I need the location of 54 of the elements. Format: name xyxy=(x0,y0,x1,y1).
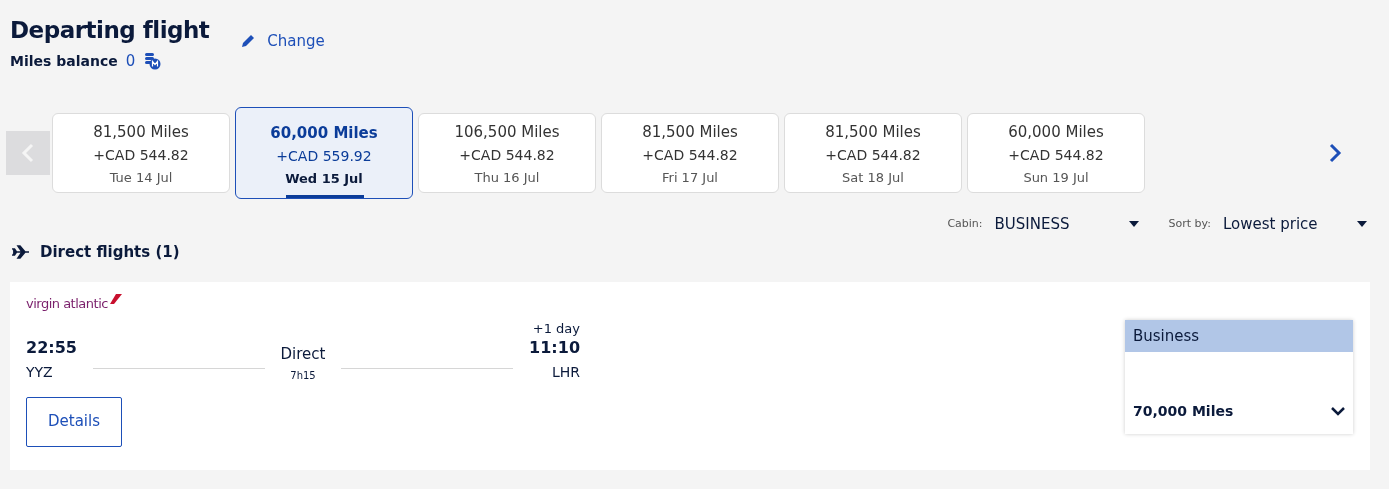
pencil-icon xyxy=(241,34,256,49)
miles-price: 81,500 Miles xyxy=(93,121,189,143)
duration-label: 7h15 xyxy=(290,368,316,383)
filter-label: Cabin: xyxy=(947,215,983,232)
day-offset: +1 day xyxy=(532,321,580,336)
caret-down-icon xyxy=(1128,220,1139,227)
arrival-airport: LHR xyxy=(551,362,580,382)
date-label: Sat 18 Jul xyxy=(842,169,904,187)
change-link[interactable]: Change xyxy=(241,30,325,53)
cash-price: +CAD 544.82 xyxy=(642,146,738,165)
miles-price: 81,500 Miles xyxy=(642,121,738,143)
miles-price: 60,000 Miles xyxy=(1008,121,1104,143)
airline-logo: virgin atlantic xyxy=(26,295,108,313)
date-label: Fri 17 Jul xyxy=(662,169,718,187)
cash-price: +CAD 544.82 xyxy=(825,146,921,165)
cash-price: +CAD 559.92 xyxy=(276,147,372,166)
balance-label: Miles balance xyxy=(10,51,118,71)
cash-price: +CAD 544.82 xyxy=(459,146,555,165)
cabin-header: Business xyxy=(1125,320,1353,352)
date-label: Thu 16 Jul xyxy=(474,169,540,187)
date-label: Sun 19 Jul xyxy=(1023,169,1089,187)
miles-price: 81,500 Miles xyxy=(825,121,921,143)
date-tab[interactable]: 60,000 Miles +CAD 559.92 Wed 15 Jul xyxy=(235,106,413,199)
airplane-icon xyxy=(12,245,30,260)
tail-fin-icon xyxy=(107,294,122,304)
cash-price: +CAD 544.82 xyxy=(93,146,189,165)
departure-airport: YYZ xyxy=(26,362,54,382)
chevron-down-icon xyxy=(1331,407,1345,416)
date-tab[interactable]: 60,000 Miles +CAD 544.82 Sun 19 Jul xyxy=(967,112,1145,193)
stops-label: Direct xyxy=(280,344,326,365)
filter-label: Sort by: xyxy=(1168,215,1211,232)
miles-price: 60,000 Miles xyxy=(270,122,378,144)
details-button[interactable]: Details xyxy=(26,396,122,447)
date-tab[interactable]: 81,500 Miles +CAD 544.82 Sat 18 Jul xyxy=(784,112,962,193)
caret-down-icon xyxy=(1357,220,1367,227)
date-label: Wed 15 Jul xyxy=(285,170,363,188)
page-title: Departing flight xyxy=(10,16,210,44)
balance-value: 0 xyxy=(125,51,136,72)
section-title: Direct flights (1) xyxy=(40,242,180,263)
date-tab[interactable]: 81,500 Miles +CAD 544.82 Fri 17 Jul xyxy=(601,112,779,193)
filter-dropdown[interactable]: BUSINESS xyxy=(994,212,1139,235)
date-label: Tue 14 Jul xyxy=(109,169,173,187)
departure-time: 22:55 xyxy=(26,336,77,359)
coins-icon xyxy=(143,52,162,71)
date-tab[interactable]: 106,500 Miles +CAD 544.82 Thu 16 Jul xyxy=(418,112,596,193)
chevron-right-icon xyxy=(1328,142,1342,163)
date-tab[interactable]: 81,500 Miles +CAD 544.82 Tue 14 Jul xyxy=(52,112,230,193)
cash-price: +CAD 544.82 xyxy=(1008,146,1104,165)
fare-miles: 70,000 Miles xyxy=(1133,402,1234,421)
fare-card[interactable]: Business 70,000 Miles xyxy=(1125,320,1353,434)
arrival-time: 11:10 xyxy=(529,336,580,359)
miles-price: 106,500 Miles xyxy=(454,121,560,143)
chevron-left-icon xyxy=(21,142,35,163)
filter-dropdown[interactable]: Lowest price xyxy=(1223,212,1367,235)
